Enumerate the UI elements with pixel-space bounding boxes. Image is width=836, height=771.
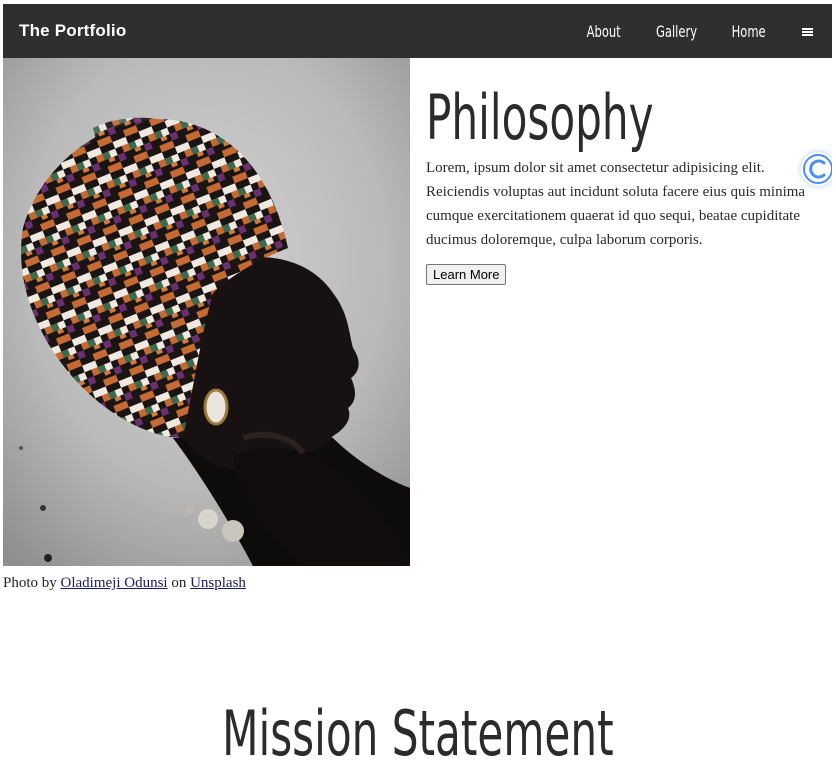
mission-heading-text: Mission Statement: [221, 697, 614, 770]
nav-link-home[interactable]: Home: [731, 22, 765, 41]
nav-links: About Gallery Home: [586, 4, 816, 58]
mission-heading: Mission Statement: [3, 694, 832, 771]
extension-c-icon[interactable]: [801, 152, 832, 186]
philosophy-section: Philosophy Lorem, ipsum dolor sit amet c…: [426, 82, 826, 285]
hamburger-menu-icon[interactable]: [802, 26, 814, 37]
caption-prefix: Photo by: [3, 575, 57, 591]
page: The Portfolio About Gallery Home Photo b…: [3, 4, 832, 771]
learn-more-button[interactable]: Learn More: [426, 264, 507, 285]
navbar: The Portfolio About Gallery Home: [3, 4, 832, 58]
author-link[interactable]: Oladimeji Odunsi: [61, 575, 168, 591]
unsplash-link[interactable]: Unsplash: [190, 575, 246, 591]
caption-mid: on: [171, 575, 187, 591]
philosophy-body: Lorem, ipsum dolor sit amet consectetur …: [426, 160, 806, 248]
nav-link-about[interactable]: About: [587, 22, 621, 41]
philosophy-heading: Philosophy: [426, 81, 654, 154]
nav-link-gallery[interactable]: Gallery: [656, 22, 697, 41]
hero-photo: [3, 58, 410, 566]
photo-credit: Photo by Oladimeji Odunsi on Unsplash: [3, 575, 246, 592]
brand-title[interactable]: The Portfolio: [19, 21, 126, 41]
